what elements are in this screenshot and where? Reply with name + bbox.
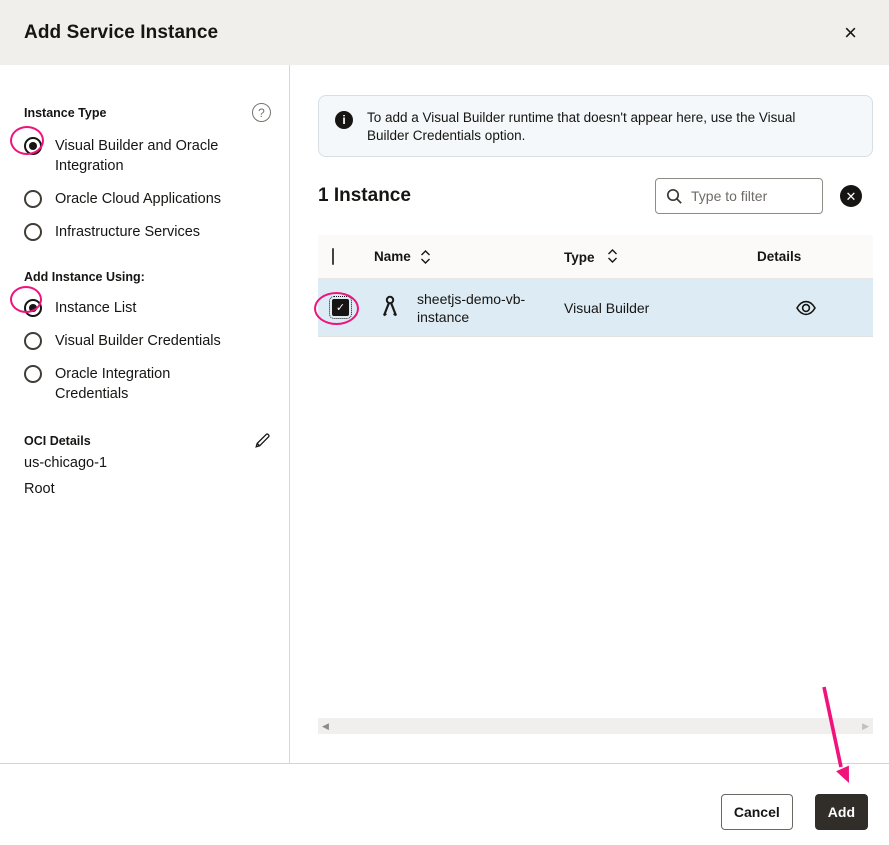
column-header-type[interactable]: Type <box>564 250 595 265</box>
info-banner: i To add a Visual Builder runtime that d… <box>318 95 873 157</box>
instance-type-value: Visual Builder <box>564 300 649 316</box>
radio-label: Instance List <box>55 298 136 318</box>
dialog-title: Add Service Instance <box>24 22 218 44</box>
row-checkbox[interactable]: ✓ <box>332 299 349 316</box>
scroll-left-icon[interactable]: ◀ <box>322 722 329 731</box>
add-instance-using-group: Instance List Visual Builder Credentials… <box>24 298 271 404</box>
toolbar: 1 Instance ✕ <box>318 178 873 214</box>
close-icon[interactable]: × <box>836 18 865 48</box>
oci-region-value: us-chicago-1 <box>24 451 271 475</box>
radio-oracle-cloud-applications[interactable]: Oracle Cloud Applications <box>24 189 271 209</box>
oci-details-label: OCI Details <box>24 434 91 448</box>
radio-oracle-integration-credentials[interactable]: Oracle Integration Credentials <box>24 364 271 404</box>
visual-builder-compass-icon <box>378 294 402 322</box>
radio-icon[interactable] <box>24 137 42 155</box>
sort-icon[interactable] <box>420 249 431 265</box>
add-instance-using-header: Add Instance Using: <box>24 270 271 284</box>
search-icon <box>666 188 683 205</box>
radio-icon[interactable] <box>24 365 42 383</box>
add-button[interactable]: Add <box>815 794 868 830</box>
add-instance-using-label: Add Instance Using: <box>24 270 145 284</box>
filter-input[interactable] <box>691 188 812 204</box>
info-banner-text: To add a Visual Builder runtime that doe… <box>367 109 837 145</box>
radio-label: Infrastructure Services <box>55 222 200 242</box>
radio-icon[interactable] <box>24 223 42 241</box>
add-service-instance-dialog: Add Service Instance × Instance Type ? V… <box>0 0 889 845</box>
sidebar: Instance Type ? Visual Builder and Oracl… <box>0 65 290 763</box>
radio-infrastructure-services[interactable]: Infrastructure Services <box>24 222 271 242</box>
view-details-eye-icon[interactable] <box>795 297 817 319</box>
help-icon[interactable]: ? <box>252 103 271 122</box>
cancel-button[interactable]: Cancel <box>721 794 793 830</box>
table-header-row: Name Type Details <box>318 235 873 279</box>
radio-visual-builder-credentials[interactable]: Visual Builder Credentials <box>24 331 271 351</box>
instance-type-group: Visual Builder and Oracle Integration Or… <box>24 136 271 242</box>
radio-visual-builder-and-oracle-integration[interactable]: Visual Builder and Oracle Integration <box>24 136 271 176</box>
dialog-body: Instance Type ? Visual Builder and Oracl… <box>0 65 889 763</box>
instance-count-heading: 1 Instance <box>318 185 411 207</box>
instance-name: sheetjs-demo-vb-instance <box>417 290 529 326</box>
dialog-header: Add Service Instance × <box>0 0 889 65</box>
radio-instance-list[interactable]: Instance List <box>24 298 271 318</box>
radio-icon[interactable] <box>24 190 42 208</box>
info-icon: i <box>335 111 353 129</box>
edit-pencil-icon[interactable] <box>254 432 271 449</box>
select-all-checkbox[interactable] <box>332 248 334 265</box>
radio-icon[interactable] <box>24 332 42 350</box>
table-row[interactable]: ✓ sheetjs-demo-vb-instance Visual Builde… <box>318 279 873 337</box>
clear-filter-icon[interactable]: ✕ <box>840 185 862 207</box>
sort-icon[interactable] <box>607 248 618 264</box>
dialog-footer: Cancel Add <box>0 763 889 845</box>
radio-label: Visual Builder Credentials <box>55 331 221 351</box>
table-empty-area <box>318 337 873 718</box>
scroll-right-icon[interactable]: ▶ <box>862 722 869 731</box>
radio-label: Visual Builder and Oracle Integration <box>55 136 240 176</box>
column-header-name[interactable]: Name <box>374 249 411 264</box>
instance-type-header: Instance Type ? <box>24 103 271 122</box>
column-header-details: Details <box>757 249 801 264</box>
radio-label: Oracle Cloud Applications <box>55 189 221 209</box>
instances-table: Name Type Details <box>318 235 873 734</box>
filter-search-box[interactable] <box>655 178 823 214</box>
main-panel: i To add a Visual Builder runtime that d… <box>290 65 889 763</box>
radio-label: Oracle Integration Credentials <box>55 364 240 404</box>
radio-icon[interactable] <box>24 299 42 317</box>
instance-type-label: Instance Type <box>24 106 106 120</box>
oci-details-section: OCI Details us-chicago-1 Root <box>24 432 271 501</box>
oci-compartment-value: Root <box>24 477 271 501</box>
horizontal-scrollbar[interactable]: ◀ ▶ <box>318 718 873 734</box>
